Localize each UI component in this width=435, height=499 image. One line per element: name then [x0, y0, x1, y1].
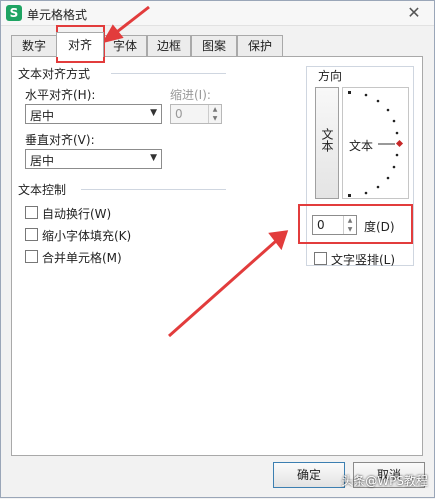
watermark: 头条@WPS教程 — [341, 474, 428, 488]
annotation-arrow-line — [168, 239, 277, 338]
cell-format-dialog: S 单元格格式 ✕ 数字 对齐 字体 边框 图案 保护 文本对齐方式 水平对齐(… — [0, 0, 435, 498]
annotation-arrows — [101, 5, 289, 338]
annotation-arrow-line — [112, 5, 150, 37]
tab-alignment[interactable]: 对齐 — [56, 32, 104, 57]
